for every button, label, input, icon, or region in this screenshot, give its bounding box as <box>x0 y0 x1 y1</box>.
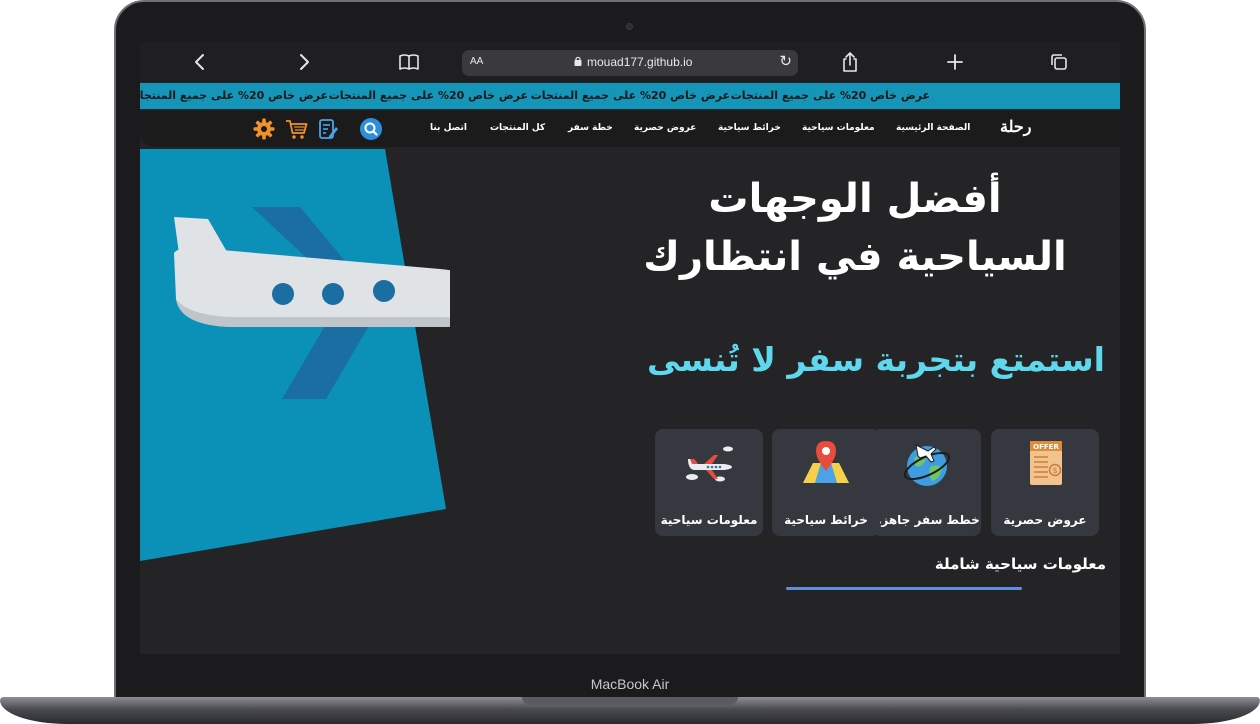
section-underline <box>786 587 1022 590</box>
airplane-icon <box>686 446 733 482</box>
card-label: معلومات سياحية <box>660 513 758 527</box>
address-bar[interactable]: AA mouad177.github.io ↻ <box>462 50 798 76</box>
globe-plane-icon <box>903 444 951 486</box>
hero-title-line-2: السياحية في انتظارك <box>643 234 1067 280</box>
laptop-opening-notch <box>522 697 738 705</box>
chevron-left-icon <box>195 54 204 70</box>
camera-dot <box>626 23 633 30</box>
nav-link-tourist-info[interactable]: معلومات سياحية <box>802 123 875 133</box>
svg-text:$: $ <box>1052 466 1057 475</box>
new-tab-button[interactable] <box>943 50 967 74</box>
hero-subtitle: استمتع بتجربة سفر لا تُنسى <box>646 340 1105 379</box>
promo-item: عرض خاص 20% على جميع المنتجات <box>140 89 328 102</box>
lock-icon <box>574 56 582 66</box>
share-icon <box>843 52 857 72</box>
nav-link-offers[interactable]: عروض حصرية <box>634 123 696 133</box>
hero-title: أفضل الوجهات السياحية في انتظارك <box>610 170 1100 286</box>
card-tourist-maps[interactable]: خرائط سياحية <box>772 429 880 536</box>
device-label: MacBook Air <box>590 676 670 692</box>
url-text: mouad177.github.io <box>587 55 693 69</box>
nav-link-travel-plan[interactable]: خطة سفر <box>568 123 613 133</box>
notes-icon[interactable] <box>316 117 340 141</box>
tabs-button[interactable] <box>1047 50 1071 74</box>
card-label: خطط سفر جاهزة <box>874 513 980 527</box>
plus-icon <box>947 54 963 70</box>
promo-item: عرض خاص 20% على جميع المنتجات <box>730 89 930 102</box>
offer-document-icon: OFFER $ <box>1030 441 1062 485</box>
promo-item: عرض خاص 20% على جميع المنتجات <box>328 89 528 102</box>
card-exclusive-offers[interactable]: OFFER $ عروض حصرية <box>991 429 1099 536</box>
tabs-icon <box>1051 54 1067 70</box>
hero-title-line-1: أفضل الوجهات <box>708 176 1002 222</box>
site-logo[interactable]: رحلة <box>1000 117 1032 136</box>
promo-marquee: عرض خاص 20% على جميع المنتجات عرض خاص 20… <box>140 83 1120 109</box>
bookmarks-button[interactable] <box>397 50 421 74</box>
book-icon <box>399 54 419 70</box>
promo-item: عرض خاص 20% على جميع المنتجات <box>530 89 730 102</box>
browser-toolbar: AA mouad177.github.io ↻ <box>140 42 1120 82</box>
back-button[interactable] <box>188 50 212 74</box>
svg-text:OFFER: OFFER <box>1033 443 1059 451</box>
nav-link-all-products[interactable]: كل المنتجات <box>490 123 545 133</box>
share-button[interactable] <box>838 50 862 74</box>
cart-icon[interactable] <box>285 117 309 141</box>
reload-icon[interactable]: ↻ <box>779 52 792 70</box>
site-navbar: رحلة الصفحة الرئيسية معلومات سياحية خرائ… <box>140 111 1120 147</box>
screen: AA mouad177.github.io ↻ عرض خاص 20% على … <box>140 42 1120 654</box>
card-label: عروض حصرية <box>1003 513 1087 527</box>
settings-icon[interactable] <box>252 117 276 141</box>
nav-link-home[interactable]: الصفحة الرئيسية <box>896 123 970 133</box>
map-pin-icon <box>803 441 849 483</box>
reader-button[interactable]: AA <box>470 56 483 67</box>
card-tourist-info[interactable]: معلومات سياحية <box>655 429 763 536</box>
search-icon[interactable] <box>359 117 383 141</box>
nav-link-contact[interactable]: اتصل بنا <box>430 123 467 133</box>
section-heading: معلومات سياحية شاملة <box>934 555 1106 573</box>
card-ready-travel-plans[interactable]: خطط سفر جاهزة <box>873 429 981 536</box>
nav-link-maps[interactable]: خرائط سياحية <box>718 123 781 133</box>
card-label: خرائط سياحية <box>784 513 868 527</box>
chevron-right-icon <box>300 54 309 70</box>
hero-airplane-illustration <box>140 149 450 561</box>
forward-button[interactable] <box>292 50 316 74</box>
